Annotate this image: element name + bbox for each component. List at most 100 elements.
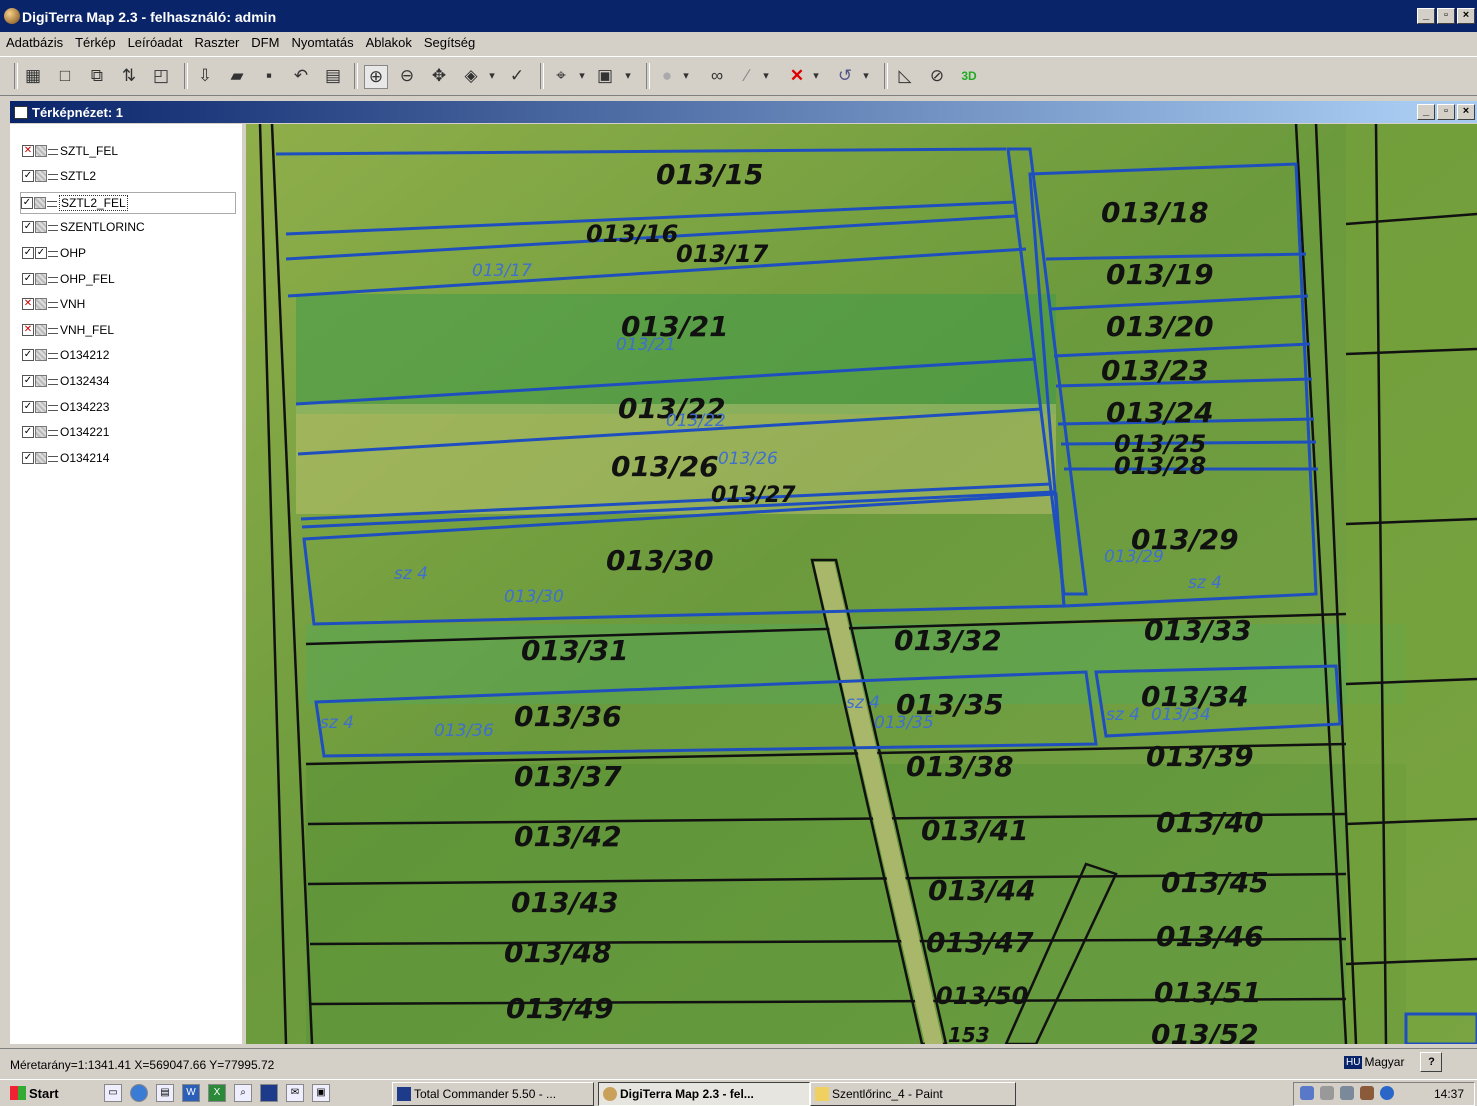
quicklaunch-ie-icon[interactable] — [130, 1084, 148, 1102]
layer-visibility-checkbox[interactable]: ✕ — [22, 145, 34, 157]
layer-item[interactable]: ✓ SZENTLORINC — [22, 218, 145, 236]
chevron-down-icon[interactable]: ▾ — [486, 65, 498, 87]
start-button[interactable]: Start — [10, 1083, 59, 1103]
layer-visibility-checkbox[interactable]: ✓ — [22, 221, 34, 233]
layer-style-icon — [35, 426, 47, 438]
quicklaunch-explorer-icon[interactable]: ▤ — [156, 1084, 174, 1102]
tray-app-icon[interactable] — [1360, 1086, 1374, 1100]
measure-angle-icon[interactable]: ◺ — [894, 65, 916, 87]
language-indicator[interactable]: HU Magyar ? — [1344, 1052, 1443, 1072]
3d-view-icon[interactable]: 3D — [958, 65, 980, 87]
draw-line-icon[interactable]: ∕ — [736, 65, 758, 87]
layer-item[interactable]: ✓ O134221 — [22, 423, 109, 441]
layer-item[interactable]: ✓ SZTL2 — [22, 167, 96, 185]
minimize-button[interactable]: _ — [1417, 8, 1435, 24]
map-minimize-button[interactable]: _ — [1417, 104, 1435, 120]
window-icon[interactable]: □ — [54, 65, 76, 87]
menu-adatbazis[interactable]: Adatbázis — [0, 32, 69, 54]
chevron-down-icon[interactable]: ▾ — [680, 65, 692, 87]
menu-ablakok[interactable]: Ablakok — [360, 32, 418, 54]
layer-item[interactable]: ✓ O134223 — [22, 398, 109, 416]
attribute-icon[interactable]: ▣ — [594, 65, 616, 87]
layer-visibility-checkbox[interactable]: ✕ — [22, 324, 34, 336]
chevron-down-icon[interactable]: ▾ — [760, 65, 772, 87]
menu-nyomtatas[interactable]: Nyomtatás — [285, 32, 359, 54]
quicklaunch-desktop-icon[interactable]: ▭ — [104, 1084, 122, 1102]
layer-visibility-checkbox[interactable]: ✓ — [22, 426, 34, 438]
layer-edit-checkbox[interactable]: ✓ — [35, 247, 47, 259]
layer-style-icon — [35, 452, 47, 464]
quicklaunch-word-icon[interactable]: W — [182, 1084, 200, 1102]
maximize-button[interactable]: ▫ — [1437, 8, 1455, 24]
layer-item[interactable]: ✓ O134212 — [22, 346, 109, 364]
import-icon[interactable]: ⇩ — [194, 65, 216, 87]
delete-icon[interactable]: ✕ — [786, 65, 808, 87]
zoom-in-icon[interactable]: ⊕ — [364, 65, 388, 89]
find-binoculars-icon[interactable]: ∞ — [706, 65, 728, 87]
taskbar-item-paint[interactable]: Szentlőrinc_4 - Paint — [810, 1082, 1016, 1106]
open-folder-icon[interactable]: ▰ — [226, 65, 248, 87]
layer-visibility-checkbox[interactable]: ✓ — [22, 401, 34, 413]
properties-icon[interactable]: ▤ — [322, 65, 344, 87]
taskbar-item-total-commander[interactable]: Total Commander 5.50 - ... — [392, 1082, 594, 1106]
map-document-icon[interactable] — [14, 106, 28, 119]
layers-icon[interactable]: ▦ — [22, 65, 44, 87]
layer-visibility-checkbox[interactable]: ✕ — [22, 298, 34, 310]
info-icon[interactable]: ● — [656, 65, 678, 87]
layer-visibility-checkbox[interactable]: ✓ — [22, 273, 34, 285]
layer-item[interactable]: ✓ OHP_FEL — [22, 270, 115, 288]
select-icon[interactable]: ⌖ — [550, 65, 572, 87]
layer-item[interactable]: ✓ O132434 — [22, 372, 109, 390]
layer-item[interactable]: ✕ VNH_FEL — [22, 321, 114, 339]
quicklaunch-excel-icon[interactable]: X — [208, 1084, 226, 1102]
menu-terkep[interactable]: Térkép — [69, 32, 121, 54]
close-button[interactable]: × — [1457, 8, 1475, 24]
shield-icon[interactable] — [1300, 1086, 1314, 1100]
quicklaunch-save-icon[interactable] — [260, 1084, 278, 1102]
undo-map-icon[interactable]: ↶ — [290, 65, 312, 87]
tray-globe-icon[interactable] — [1380, 1086, 1394, 1100]
layer-visibility-checkbox[interactable]: ✓ — [22, 375, 34, 387]
layer-item[interactable]: ✕ VNH — [22, 295, 85, 313]
menu-raszter[interactable]: Raszter — [189, 32, 246, 54]
windows-icon[interactable]: ⧉ — [86, 65, 108, 87]
zoom-out-icon[interactable]: ⊖ — [396, 65, 418, 87]
volume-icon[interactable] — [1320, 1086, 1334, 1100]
pan-icon[interactable]: ✥ — [428, 65, 450, 87]
map-canvas[interactable]: 013/15 013/16 013/17 013/18 013/19 013/2… — [246, 124, 1477, 1044]
save-icon[interactable]: ▪ — [258, 65, 280, 87]
map-restore-button[interactable]: ▫ — [1437, 104, 1455, 120]
app-icon[interactable] — [4, 8, 20, 24]
map-svg[interactable]: 013/15 013/16 013/17 013/18 013/19 013/2… — [246, 124, 1477, 1044]
layer-stack-icon[interactable]: ◈ — [460, 65, 482, 87]
layer-item[interactable]: ✓ O134214 — [22, 449, 109, 467]
chevron-down-icon[interactable]: ▾ — [622, 65, 634, 87]
taskbar-item-digiterra[interactable]: DigiTerra Map 2.3 - fel... — [598, 1082, 810, 1106]
chevron-down-icon[interactable]: ▾ — [576, 65, 588, 87]
layer-visibility-checkbox[interactable]: ✓ — [22, 349, 34, 361]
layer-item-selected[interactable]: ✓ SZTL2_FEL — [20, 192, 236, 214]
layer-item[interactable]: ✓ ✓ OHP — [22, 244, 86, 262]
chevron-down-icon[interactable]: ▾ — [860, 65, 872, 87]
network-icon[interactable] — [1340, 1086, 1354, 1100]
menu-dfm[interactable]: DFM — [245, 32, 285, 54]
help-icon[interactable]: ? — [1420, 1052, 1443, 1072]
layer-visibility-checkbox[interactable]: ✓ — [21, 197, 33, 209]
undo-icon[interactable]: ↺ — [834, 65, 856, 87]
compass-icon[interactable]: ⊘ — [926, 65, 948, 87]
sort-icon[interactable]: ⇅ — [118, 65, 140, 87]
menu-segitseg[interactable]: Segítség — [418, 32, 481, 54]
layer-visibility-checkbox[interactable]: ✓ — [22, 170, 34, 182]
map-close-button[interactable]: × — [1457, 104, 1475, 120]
print-preview-icon[interactable]: ◰ — [150, 65, 172, 87]
quicklaunch-search-icon[interactable]: ⌕ — [234, 1084, 252, 1102]
quicklaunch-app-icon[interactable]: ▣ — [312, 1084, 330, 1102]
pick-icon[interactable]: ✓ — [506, 65, 528, 87]
menu-leiroadat[interactable]: Leíróadat — [122, 32, 189, 54]
layer-visibility-checkbox[interactable]: ✓ — [22, 452, 34, 464]
quicklaunch-outlook-icon[interactable]: ✉ — [286, 1084, 304, 1102]
chevron-down-icon[interactable]: ▾ — [810, 65, 822, 87]
layer-visibility-checkbox[interactable]: ✓ — [22, 247, 34, 259]
layer-item[interactable]: ✕ SZTL_FEL — [22, 142, 118, 160]
parcel-label: 013/45 — [1161, 866, 1269, 899]
